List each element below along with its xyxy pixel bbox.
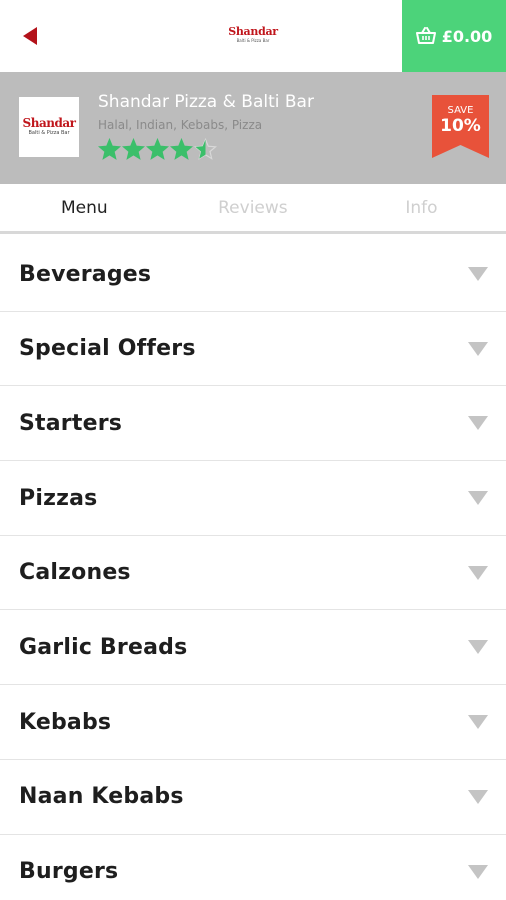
menu-category-label: Naan Kebabs	[19, 784, 184, 810]
chevron-down-icon	[468, 864, 488, 879]
cart-total: £0.00	[441, 26, 493, 46]
chevron-down-icon	[468, 640, 488, 655]
menu-category-label: Calzones	[19, 560, 131, 586]
rating-stars	[98, 138, 217, 161]
discount-label: SAVE	[447, 105, 474, 116]
tab-info-label: Info	[405, 197, 438, 218]
restaurant-logo-sub: Balti & Pizza Bar	[28, 130, 70, 136]
menu-category-label: Burgers	[19, 859, 119, 884]
discount-badge: SAVE 10%	[432, 95, 489, 158]
chevron-down-icon	[468, 789, 488, 804]
star-icon	[122, 138, 145, 160]
restaurant-name: Shandar Pizza & Balti Bar	[98, 92, 314, 112]
tab-menu[interactable]: Menu	[0, 184, 169, 231]
menu-category-special-offers[interactable]: Special Offers	[0, 311, 506, 387]
tab-menu-label: Menu	[60, 197, 108, 218]
restaurant-logo: Shandar Balti & Pizza Bar	[19, 97, 79, 157]
restaurant-cuisine: Halal, Indian, Kebabs, Pizza	[98, 118, 263, 132]
menu-category-label: Special Offers	[19, 336, 196, 362]
menu-category-starters[interactable]: Starters	[0, 386, 506, 462]
back-arrow-icon	[23, 27, 37, 45]
top-bar: Shandar Balti & Pizza Bar £0.00	[0, 0, 506, 72]
menu-category-label: Pizzas	[19, 485, 98, 511]
star-icon	[146, 138, 169, 160]
chevron-down-icon	[468, 416, 488, 431]
menu-category-pizzas[interactable]: Pizzas	[0, 461, 506, 536]
star-icon	[170, 138, 193, 160]
restaurant-header: Shandar Balti & Pizza Bar Shandar Pizza …	[0, 72, 506, 184]
menu-category-label: Beverages	[19, 261, 152, 287]
menu-category-label: Starters	[19, 410, 123, 436]
menu-category-garlic-breads[interactable]: Garlic Breads	[0, 610, 506, 686]
menu-category-label: Kebabs	[19, 709, 112, 735]
menu-category-beverages[interactable]: Beverages	[0, 237, 506, 312]
menu-category-label: Garlic Breads	[19, 634, 188, 660]
menu-category-naan-kebabs[interactable]: Naan Kebabs	[0, 759, 506, 835]
restaurant-logo-main: Shandar	[22, 116, 76, 130]
star-icon	[98, 138, 121, 160]
header-logo: Shandar Balti & Pizza Bar	[226, 26, 280, 48]
discount-value: 10%	[440, 116, 481, 136]
tab-bar: Menu Reviews Info	[0, 184, 506, 234]
chevron-down-icon	[468, 267, 488, 281]
header-logo-sub: Balti & Pizza Bar	[236, 38, 270, 43]
chevron-down-icon	[468, 491, 488, 506]
chevron-down-icon	[468, 341, 488, 356]
chevron-down-icon	[468, 715, 488, 730]
menu-category-kebabs[interactable]: Kebabs	[0, 685, 506, 760]
star-icon	[194, 138, 217, 160]
menu-category-burgers[interactable]: Burgers	[0, 834, 506, 900]
tab-reviews-label: Reviews	[218, 197, 288, 218]
cart-button[interactable]: £0.00	[402, 0, 506, 72]
back-button[interactable]	[12, 18, 48, 54]
chevron-down-icon	[468, 565, 488, 580]
basket-icon	[415, 27, 436, 44]
menu-category-calzones[interactable]: Calzones	[0, 535, 506, 611]
tab-reviews[interactable]: Reviews	[169, 184, 338, 231]
tab-info[interactable]: Info	[337, 184, 506, 231]
menu-category-list: Beverages Special Offers Starters Pizzas…	[0, 237, 506, 900]
header-logo-main: Shandar	[228, 25, 278, 38]
